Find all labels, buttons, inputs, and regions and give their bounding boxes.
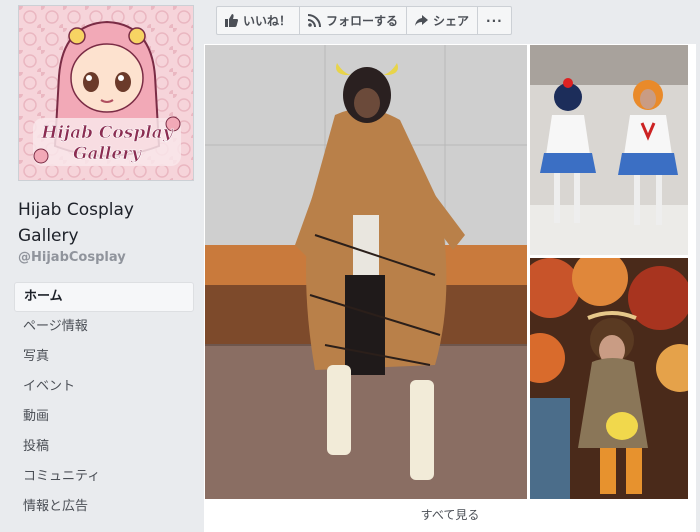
page-action-bar: いいね！ フォローする シェア ··· (216, 6, 512, 35)
svg-text:Gallery: Gallery (73, 144, 142, 164)
page-nav: ホーム ページ情報 写真 イベント 動画 投稿 コミュニティ 情報と広告 (14, 282, 194, 522)
thumbs-up-icon (225, 14, 238, 27)
svg-text:Hijab Cosplay: Hijab Cosplay (40, 123, 173, 143)
follow-button[interactable]: フォローする (300, 7, 408, 34)
like-label: いいね！ (243, 14, 292, 28)
nav-item-photos[interactable]: 写真 (14, 342, 194, 372)
profile-picture[interactable]: Hijab Cosplay Gallery (18, 5, 194, 181)
nav-item-about[interactable]: ページ情報 (14, 312, 194, 342)
nav-item-posts[interactable]: 投稿 (14, 432, 194, 462)
nav-item-events[interactable]: イベント (14, 372, 194, 402)
avatar-illustration: Hijab Cosplay Gallery (19, 6, 193, 180)
share-arrow-icon (415, 15, 429, 26)
more-options-button[interactable]: ··· (478, 7, 511, 34)
follow-label: フォローする (326, 14, 399, 28)
like-button[interactable]: いいね！ (217, 7, 301, 34)
cosplay-photo-autumn (530, 258, 688, 499)
nav-item-videos[interactable]: 動画 (14, 402, 194, 432)
photos-panel: すべて見る (204, 44, 696, 532)
nav-item-home[interactable]: ホーム (14, 282, 194, 312)
share-label: シェア (433, 14, 470, 28)
rss-follow-icon (308, 14, 322, 27)
share-button[interactable]: シェア (407, 7, 479, 34)
cosplay-photo-minotaur (205, 45, 527, 499)
cosplay-photo-sailor-duo (530, 45, 688, 255)
see-all-photos-link[interactable]: すべて見る (204, 506, 696, 523)
page-username[interactable]: @HijabCosplay (18, 250, 126, 265)
photo-top-right[interactable] (530, 45, 688, 255)
more-icon: ··· (486, 13, 503, 28)
photo-bottom-right[interactable] (530, 258, 688, 499)
nav-item-community[interactable]: コミュニティ (14, 462, 194, 492)
page-title[interactable]: Hijab Cosplay Gallery (18, 197, 198, 249)
photo-main[interactable] (205, 45, 527, 499)
nav-item-info-ads[interactable]: 情報と広告 (14, 492, 194, 522)
left-sidebar: Hijab Cosplay Gallery Hijab Cosplay Gall… (0, 0, 205, 532)
